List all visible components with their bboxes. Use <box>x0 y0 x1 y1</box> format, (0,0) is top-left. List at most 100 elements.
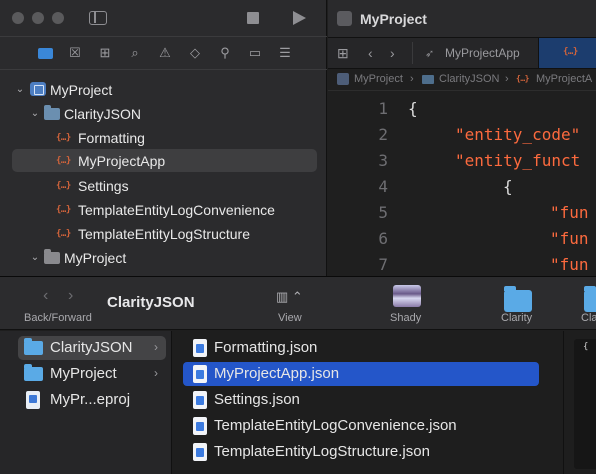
tree-item-templateentitylogconvenience[interactable]: {…} TemplateEntityLogConvenience <box>12 198 317 221</box>
run-icon[interactable] <box>293 11 306 25</box>
project-icon <box>337 73 349 85</box>
zoom-window-button[interactable] <box>52 12 64 24</box>
navigator-tab-bar: ☒ ⊞ ⌕ ⚠ ◇ ⚲ ▭ ☰ <box>0 37 327 69</box>
symbol-navigator-icon[interactable]: ⊞ <box>96 45 114 61</box>
code-line: "fun <box>550 255 589 274</box>
minimize-window-button[interactable] <box>32 12 44 24</box>
json-file-icon: {…} <box>563 47 578 57</box>
code-editor[interactable]: 1 { 2 "entity_code" 3 "entity_funct 4 { … <box>328 92 596 276</box>
column-item-label: ClarityJSON <box>50 339 133 356</box>
tree-item-label: MyProjectApp <box>78 152 166 169</box>
preview-pane: { <box>574 339 596 469</box>
breadcrumb-item[interactable]: MyProject <box>354 73 403 85</box>
json-file-icon <box>193 391 207 409</box>
json-file-icon <box>193 339 207 357</box>
toolbar-item-label: Shady <box>390 312 422 324</box>
folder-icon[interactable] <box>504 286 532 312</box>
tree-item-templateentitylogstructure[interactable]: {…} TemplateEntityLogStructure <box>12 222 317 245</box>
json-file-icon <box>193 365 207 383</box>
test-navigator-icon[interactable]: ◇ <box>186 45 204 61</box>
tree-item-settings[interactable]: {…} Settings <box>12 174 317 197</box>
back-forward-label: Back/Forward <box>24 312 92 324</box>
file-name: Formatting.json <box>214 339 318 356</box>
find-navigator-icon[interactable]: ⌕ <box>126 45 144 61</box>
chevron-down-icon[interactable]: ⌄ <box>30 252 40 263</box>
tree-item-myproject-group[interactable]: ⌄ MyProject <box>12 246 317 269</box>
forward-arrow-icon[interactable]: › <box>68 287 73 305</box>
stop-icon[interactable] <box>247 12 259 24</box>
tree-item-label: MyProject <box>64 249 127 266</box>
code-line: "fun <box>550 203 589 222</box>
breadcrumb-item[interactable]: ClarityJSON <box>439 73 500 85</box>
chevron-right-icon: › <box>505 73 509 85</box>
toolbar-item-label: Cla <box>581 312 596 324</box>
tab-myprojectapp-swift[interactable]: MyProjectApp <box>445 46 520 60</box>
json-file-icon <box>193 417 207 435</box>
source-control-icon[interactable]: ☒ <box>66 45 84 61</box>
line-number: 2 <box>378 125 388 144</box>
code-line: { <box>408 99 418 118</box>
folder-icon <box>44 249 60 264</box>
folder-icon <box>24 364 43 381</box>
folder-icon <box>44 105 60 120</box>
tree-item-label: Settings <box>78 177 129 194</box>
debug-navigator-icon[interactable]: ⚲ <box>216 45 234 61</box>
window-title: ClarityJSON <box>107 294 195 311</box>
line-number: 4 <box>378 177 388 196</box>
json-file-icon: {…} <box>56 132 71 143</box>
json-file-icon: {…} <box>56 180 71 191</box>
column-item-xcodeproj[interactable]: MyPr...eproj <box>18 388 166 412</box>
finder-window: ‹ › Back/Forward ClarityJSON ▥ ⌃ View Sh… <box>0 276 596 474</box>
report-navigator-icon[interactable]: ☰ <box>276 45 294 61</box>
column-item-label: MyPr...eproj <box>50 391 131 408</box>
column-item-myproject[interactable]: MyProject › <box>18 362 166 386</box>
project-navigator-icon[interactable] <box>36 45 54 61</box>
close-window-button[interactable] <box>12 12 24 24</box>
app-icon <box>337 11 352 26</box>
column-item-clarityjson[interactable]: ClarityJSON › <box>18 336 166 360</box>
code-line: "entity_funct <box>455 151 581 170</box>
breakpoint-navigator-icon[interactable]: ▭ <box>246 45 264 61</box>
line-number: 5 <box>378 203 388 222</box>
file-item-templateentitylogstructure[interactable]: TemplateEntityLogStructure.json <box>183 440 539 464</box>
tree-item-label: TemplateEntityLogConvenience <box>78 201 275 218</box>
json-file-icon: {…} <box>56 228 71 239</box>
shady-app-icon[interactable] <box>393 285 421 307</box>
file-item-myprojectapp[interactable]: MyProjectApp.json <box>183 362 539 386</box>
back-arrow-icon[interactable]: ‹ <box>43 287 48 305</box>
grid-icon[interactable]: ⊞ <box>337 46 349 60</box>
view-label: View <box>278 312 302 324</box>
tree-item-formatting[interactable]: {…} Formatting <box>12 126 317 149</box>
project-icon <box>30 82 46 96</box>
chevron-down-icon[interactable]: ⌄ <box>30 108 40 119</box>
preview-column: { <box>563 331 596 474</box>
json-file-icon: {…} <box>516 74 529 83</box>
folder-icon <box>422 75 434 84</box>
forward-arrow-icon[interactable]: › <box>390 46 395 60</box>
chevron-down-icon[interactable]: ⌄ <box>15 84 25 95</box>
file-item-templateentitylogconvenience[interactable]: TemplateEntityLogConvenience.json <box>183 414 539 438</box>
sidebar-toggle-icon[interactable] <box>89 11 107 25</box>
issue-navigator-icon[interactable]: ⚠ <box>156 45 174 61</box>
file-item-formatting[interactable]: Formatting.json <box>183 336 539 360</box>
line-number: 1 <box>378 99 388 118</box>
tree-item-myprojectapp[interactable]: {…} MyProjectApp <box>12 149 317 172</box>
breadcrumb-item[interactable]: MyProjectA <box>536 73 592 85</box>
file-name: Settings.json <box>214 391 300 408</box>
line-number: 3 <box>378 151 388 170</box>
view-columns-icon[interactable]: ▥ ⌃ <box>276 289 303 305</box>
finder-column-1: ClarityJSON › MyProject › MyPr...eproj <box>0 331 172 474</box>
code-line: { <box>503 177 513 196</box>
json-file-icon: {…} <box>56 155 71 166</box>
toolbar-item-label: Clarity <box>501 312 533 324</box>
back-arrow-icon[interactable]: ‹ <box>368 46 373 60</box>
code-line: "fun <box>550 229 589 248</box>
tree-item-clarityjson[interactable]: ⌄ ClarityJSON <box>12 102 317 125</box>
tree-item-myproject-root[interactable]: ⌄ MyProject <box>12 78 317 101</box>
file-item-settings[interactable]: Settings.json <box>183 388 539 412</box>
tab-myprojectapp-json[interactable]: {…} <box>538 38 596 68</box>
folder-icon[interactable] <box>584 286 596 312</box>
json-file-icon: {…} <box>56 204 71 215</box>
chevron-right-icon: › <box>410 73 414 85</box>
swift-icon: ➶ <box>425 48 435 60</box>
